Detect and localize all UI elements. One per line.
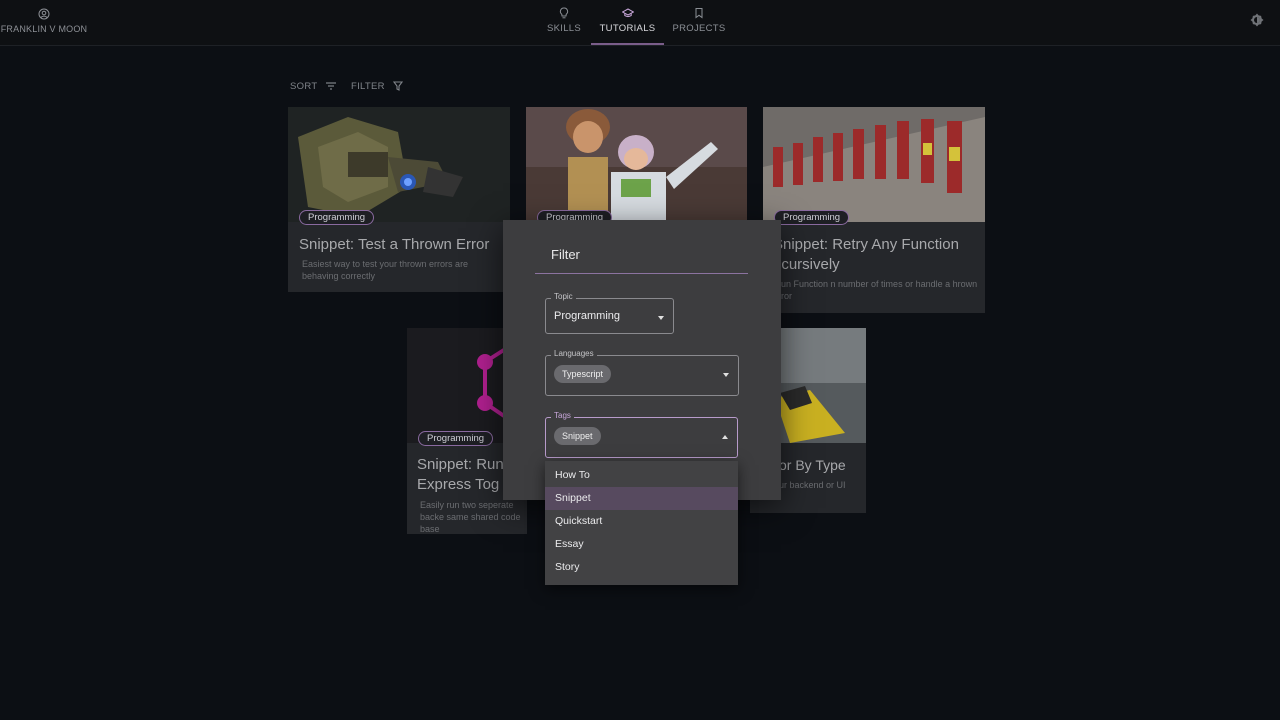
card-description: erun Function n number of times or handl… — [773, 279, 978, 301]
language-chip[interactable]: Typescript — [554, 365, 612, 383]
menu-option-snippet[interactable]: Snippet — [545, 487, 738, 510]
card-title: or By Type — [779, 457, 846, 473]
account-circle-icon — [38, 8, 50, 20]
bookmark-icon — [695, 8, 703, 19]
sort-icon — [326, 82, 337, 91]
topic-select[interactable]: Topic Programming — [545, 292, 674, 334]
nav-tab-skills[interactable]: SKILLS — [543, 0, 585, 45]
chevron-up-icon — [722, 435, 728, 439]
menu-option-story[interactable]: Story — [545, 556, 738, 579]
languages-select[interactable]: Languages Typescript — [545, 349, 739, 396]
card-image-robot — [288, 107, 510, 222]
tag-chip[interactable]: Snippet — [554, 427, 601, 445]
nav-label-tutorials: TUTORIALS — [599, 23, 656, 34]
tutorial-card[interactable]: Programming Snippet: Retry Any Function … — [763, 107, 985, 313]
card-description: Easily run two seperate backe same share… — [420, 500, 521, 534]
nav-label-projects: PROJECTS — [672, 23, 726, 34]
nav-label-skills: SKILLS — [546, 23, 581, 34]
menu-option-quickstart[interactable]: Quickstart — [545, 510, 738, 533]
card-description: Easiest way to test your thrown errors a… — [302, 259, 469, 281]
category-chip[interactable]: Programming — [418, 431, 494, 446]
brand-name: FRANKLIN V MOON — [0, 24, 88, 34]
filter-button[interactable]: FILTER — [351, 81, 403, 92]
dialog-divider — [535, 273, 748, 274]
topic-value: Programming — [554, 310, 621, 322]
tutorial-card[interactable]: Programming — [526, 107, 747, 227]
sort-button[interactable]: SORT — [290, 81, 337, 92]
menu-option-essay[interactable]: Essay — [545, 533, 738, 556]
languages-label: Languages — [551, 349, 597, 358]
app-bar: FRANKLIN V MOON SKILLS TUTORIALS PROJECT… — [0, 0, 1280, 46]
graduation-cap-icon — [621, 8, 634, 18]
brightness-icon[interactable] — [1250, 13, 1264, 27]
tags-label: Tags — [551, 411, 574, 420]
tutorial-card[interactable]: Programming Snippet: Test a Thrown Error… — [288, 107, 510, 292]
nav-tab-tutorials[interactable]: TUTORIALS — [591, 0, 664, 45]
sort-label: SORT — [290, 81, 318, 92]
topic-label: Topic — [551, 292, 576, 301]
menu-option-how-to[interactable]: How To — [545, 464, 738, 487]
tags-select[interactable]: Tags Snippet — [545, 411, 738, 458]
chevron-down-icon — [658, 316, 664, 320]
filter-label: FILTER — [351, 81, 385, 92]
tags-dropdown-menu: How To Snippet Quickstart Essay Story — [545, 461, 738, 585]
filter-funnel-icon — [392, 81, 403, 92]
lightbulb-icon — [559, 7, 569, 19]
category-chip[interactable]: Programming — [299, 210, 375, 225]
card-title: Snippet: Test a Thrown Error — [299, 236, 490, 253]
nav-tab-projects[interactable]: PROJECTS — [671, 0, 727, 45]
category-chip[interactable]: Programming — [774, 210, 850, 225]
card-title: Snippet: Retry Any Function ecursively — [773, 236, 959, 273]
card-description: ur backend or UI — [779, 480, 846, 490]
card-image-dancers — [763, 107, 985, 222]
filter-dialog: Filter Topic Programming Languages Types… — [503, 220, 781, 500]
card-image-toys — [526, 107, 747, 222]
chevron-down-icon — [723, 373, 729, 377]
dialog-title: Filter — [551, 247, 580, 262]
brand-link[interactable]: FRANKLIN V MOON — [0, 8, 88, 34]
